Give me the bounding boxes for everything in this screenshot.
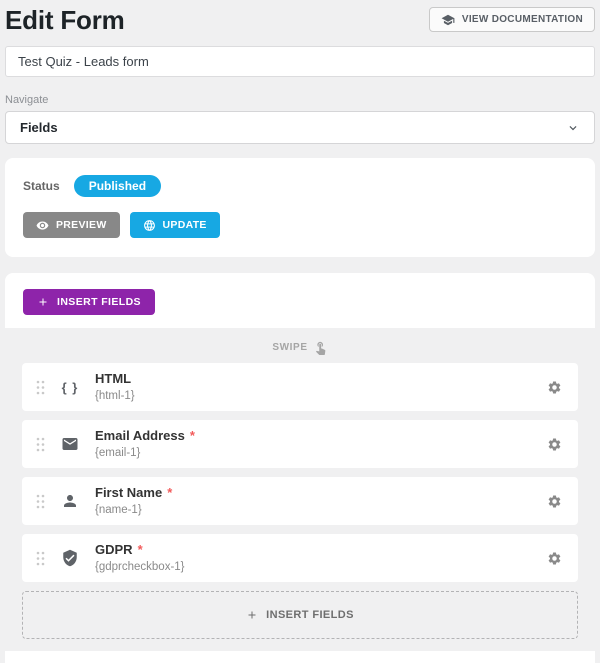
status-label: Status [23, 179, 60, 193]
view-documentation-label: VIEW DOCUMENTATION [462, 14, 583, 25]
field-label: First Name [95, 485, 162, 500]
page-title: Edit Form [5, 4, 125, 36]
field-row[interactable]: { } HTML* {html-1} [22, 363, 578, 411]
required-asterisk: * [138, 542, 143, 557]
field-type-icon [58, 435, 82, 453]
swipe-label: SWIPE [272, 342, 307, 353]
status-badge: Published [74, 175, 161, 197]
curly-braces-icon: { } [62, 380, 79, 395]
field-code: {name-1} [95, 503, 172, 517]
drag-handle-icon[interactable] [36, 551, 45, 566]
field-code: {email-1} [95, 446, 195, 460]
field-type-icon [58, 549, 82, 567]
view-documentation-button[interactable]: VIEW DOCUMENTATION [429, 7, 595, 32]
field-rows-list: { } HTML* {html-1} Email Address* [22, 363, 578, 582]
chevron-down-icon [566, 121, 580, 135]
insert-fields-label: INSERT FIELDS [57, 296, 141, 308]
form-builder-card: INSERT FIELDS SWIPE { } HTML* {html-1} [5, 273, 595, 663]
field-row[interactable]: First Name * {name-1} [22, 477, 578, 525]
status-card: Status Published PREVIEW UPDATE [5, 158, 595, 257]
plus-icon [37, 296, 49, 308]
field-settings-gear-icon[interactable] [547, 494, 562, 509]
field-row[interactable]: Email Address * {email-1} [22, 420, 578, 468]
drag-handle-icon[interactable] [36, 380, 45, 395]
field-row[interactable]: GDPR * {gdprcheckbox-1} [22, 534, 578, 582]
person-icon [61, 492, 79, 510]
insert-fields-top-section: INSERT FIELDS [5, 273, 595, 328]
navigate-select[interactable]: Fields [5, 111, 595, 144]
navigate-selected-value: Fields [20, 120, 58, 135]
fields-sortable-area: SWIPE { } HTML* {html-1} [5, 328, 595, 651]
required-asterisk: * [190, 428, 195, 443]
field-type-icon [58, 492, 82, 510]
preview-label: PREVIEW [56, 219, 107, 231]
field-label: Email Address [95, 428, 185, 443]
touch-hand-icon [313, 340, 328, 355]
field-settings-gear-icon[interactable] [547, 380, 562, 395]
navigate-label: Navigate [5, 94, 595, 106]
swipe-hint: SWIPE [22, 337, 578, 357]
status-actions: PREVIEW UPDATE [23, 212, 577, 238]
eye-icon [36, 219, 49, 232]
drag-handle-icon[interactable] [36, 494, 45, 509]
field-label: HTML [95, 371, 131, 386]
field-text: First Name * {name-1} [95, 485, 172, 518]
insert-fields-button[interactable]: INSERT FIELDS [23, 289, 155, 315]
field-code: {gdprcheckbox-1} [95, 560, 185, 574]
field-text: GDPR * {gdprcheckbox-1} [95, 542, 185, 575]
insert-fields-bottom-label: INSERT FIELDS [266, 609, 354, 621]
preview-button[interactable]: PREVIEW [23, 212, 120, 238]
insert-fields-bottom-button[interactable]: INSERT FIELDS [22, 591, 578, 639]
update-button[interactable]: UPDATE [130, 212, 220, 238]
edit-form-page: Edit Form VIEW DOCUMENTATION Navigate Fi… [0, 0, 600, 663]
form-title-input[interactable] [5, 46, 595, 77]
field-code: {html-1} [95, 389, 135, 403]
globe-icon [143, 219, 156, 232]
field-settings-gear-icon[interactable] [547, 551, 562, 566]
update-label: UPDATE [163, 219, 207, 231]
graduation-cap-icon [441, 13, 455, 27]
envelope-icon [61, 435, 79, 453]
field-text: HTML* {html-1} [95, 371, 135, 404]
plus-icon [246, 609, 258, 621]
field-type-icon: { } [58, 380, 82, 395]
shield-check-icon [61, 549, 79, 567]
field-text: Email Address * {email-1} [95, 428, 195, 461]
required-asterisk: * [167, 485, 172, 500]
drag-handle-icon[interactable] [36, 437, 45, 452]
field-label: GDPR [95, 542, 133, 557]
page-header: Edit Form VIEW DOCUMENTATION [5, 0, 595, 36]
field-settings-gear-icon[interactable] [547, 437, 562, 452]
status-row: Status Published [23, 175, 577, 197]
